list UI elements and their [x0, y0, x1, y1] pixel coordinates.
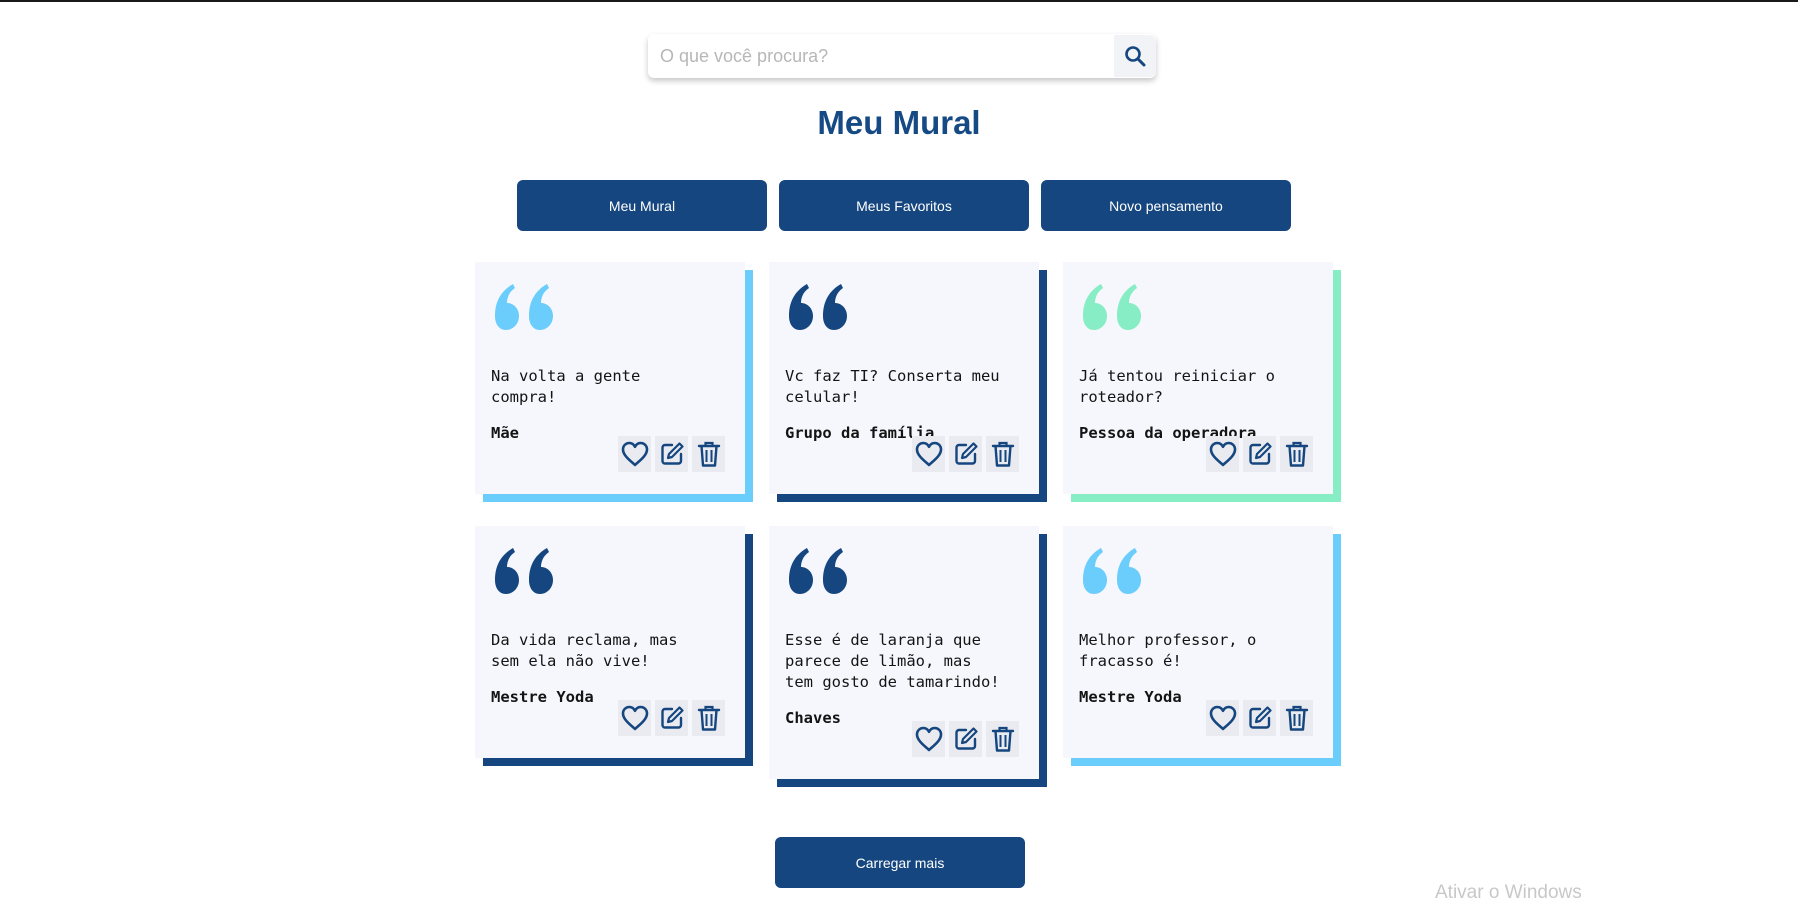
- thought-card: Vc faz TI? Conserta meu celular! Grupo da…: [769, 262, 1047, 502]
- search-icon: [1125, 46, 1146, 67]
- edit-icon: [1248, 706, 1272, 729]
- search-input[interactable]: [648, 34, 1114, 78]
- favorite-button[interactable]: [1206, 436, 1239, 472]
- card-actions: [1206, 700, 1313, 736]
- delete-button[interactable]: [986, 721, 1019, 757]
- edit-button[interactable]: [949, 721, 982, 757]
- quote-text: Melhor professor, o fracasso é!: [1079, 631, 1257, 670]
- favorite-button[interactable]: [618, 436, 651, 472]
- load-more-button[interactable]: Carregar mais: [775, 837, 1025, 888]
- delete-button[interactable]: [986, 436, 1019, 472]
- heart-icon: [621, 441, 648, 467]
- delete-button[interactable]: [692, 700, 725, 736]
- edit-icon: [954, 442, 978, 465]
- card-body: Na volta a gente compra! Mãe: [475, 262, 745, 494]
- quote-text: Já tentou reiniciar o roteador?: [1079, 367, 1275, 406]
- card-body: Melhor professor, o fracasso é! Mestre Yo…: [1063, 526, 1333, 758]
- edit-icon: [660, 706, 684, 729]
- top-border: [0, 0, 1798, 2]
- meus-favoritos-button[interactable]: Meus Favoritos: [779, 180, 1029, 231]
- heart-icon: [1209, 705, 1236, 731]
- heart-icon: [1209, 441, 1236, 467]
- delete-button[interactable]: [692, 436, 725, 472]
- card-body: Da vida reclama, mas sem ela não vive! Me…: [475, 526, 745, 758]
- trash-icon: [991, 441, 1014, 467]
- card-actions: [618, 700, 725, 736]
- favorite-button[interactable]: [912, 436, 945, 472]
- quote-icon: [789, 284, 847, 330]
- card-body: Vc faz TI? Conserta meu celular! Grupo da…: [769, 262, 1039, 494]
- page-title: Meu Mural: [817, 104, 981, 141]
- edit-icon: [1248, 442, 1272, 465]
- quote-icon: [495, 284, 553, 330]
- trash-icon: [1285, 705, 1308, 731]
- meu-mural-button[interactable]: Meu Mural: [517, 180, 767, 231]
- card-actions: [912, 436, 1019, 472]
- thought-card: Melhor professor, o fracasso é! Mestre Yo…: [1063, 526, 1341, 766]
- card-body: Já tentou reiniciar o roteador? Pessoa da…: [1063, 262, 1333, 494]
- heart-icon: [915, 726, 942, 752]
- windows-activation-watermark: Ativar o Windows: [1435, 882, 1582, 903]
- trash-icon: [991, 726, 1014, 752]
- quote-icon: [1083, 548, 1141, 594]
- quote-icon: [495, 548, 553, 594]
- thought-card: Esse é de laranja que parece de limão, m…: [769, 526, 1047, 787]
- search-bar: [648, 34, 1156, 78]
- quote-icon: [789, 548, 847, 594]
- thought-card: Da vida reclama, mas sem ela não vive! Me…: [475, 526, 753, 766]
- quote-icon: [1083, 284, 1141, 330]
- quote-text: Esse é de laranja que parece de limão, m…: [785, 631, 1000, 691]
- thought-card: Na volta a gente compra! Mãe: [475, 262, 753, 502]
- trash-icon: [697, 441, 720, 467]
- edit-icon: [660, 442, 684, 465]
- quote-text: Vc faz TI? Conserta meu celular!: [785, 367, 1000, 406]
- favorite-button[interactable]: [912, 721, 945, 757]
- edit-button[interactable]: [1243, 700, 1276, 736]
- heart-icon: [621, 705, 648, 731]
- thought-card: Já tentou reiniciar o roteador? Pessoa da…: [1063, 262, 1341, 502]
- quote-text: Da vida reclama, mas sem ela não vive!: [491, 631, 678, 670]
- card-actions: [912, 721, 1019, 757]
- delete-button[interactable]: [1280, 436, 1313, 472]
- trash-icon: [697, 705, 720, 731]
- edit-icon: [954, 727, 978, 750]
- edit-button[interactable]: [1243, 436, 1276, 472]
- heart-icon: [915, 441, 942, 467]
- favorite-button[interactable]: [1206, 700, 1239, 736]
- card-actions: [618, 436, 725, 472]
- edit-button[interactable]: [655, 436, 688, 472]
- quote-text: Na volta a gente compra!: [491, 367, 641, 406]
- edit-button[interactable]: [655, 700, 688, 736]
- card-body: Esse é de laranja que parece de limão, m…: [769, 526, 1039, 779]
- trash-icon: [1285, 441, 1308, 467]
- search-button[interactable]: [1114, 35, 1156, 77]
- novo-pensamento-button[interactable]: Novo pensamento: [1041, 180, 1291, 231]
- favorite-button[interactable]: [618, 700, 651, 736]
- card-actions: [1206, 436, 1313, 472]
- delete-button[interactable]: [1280, 700, 1313, 736]
- edit-button[interactable]: [949, 436, 982, 472]
